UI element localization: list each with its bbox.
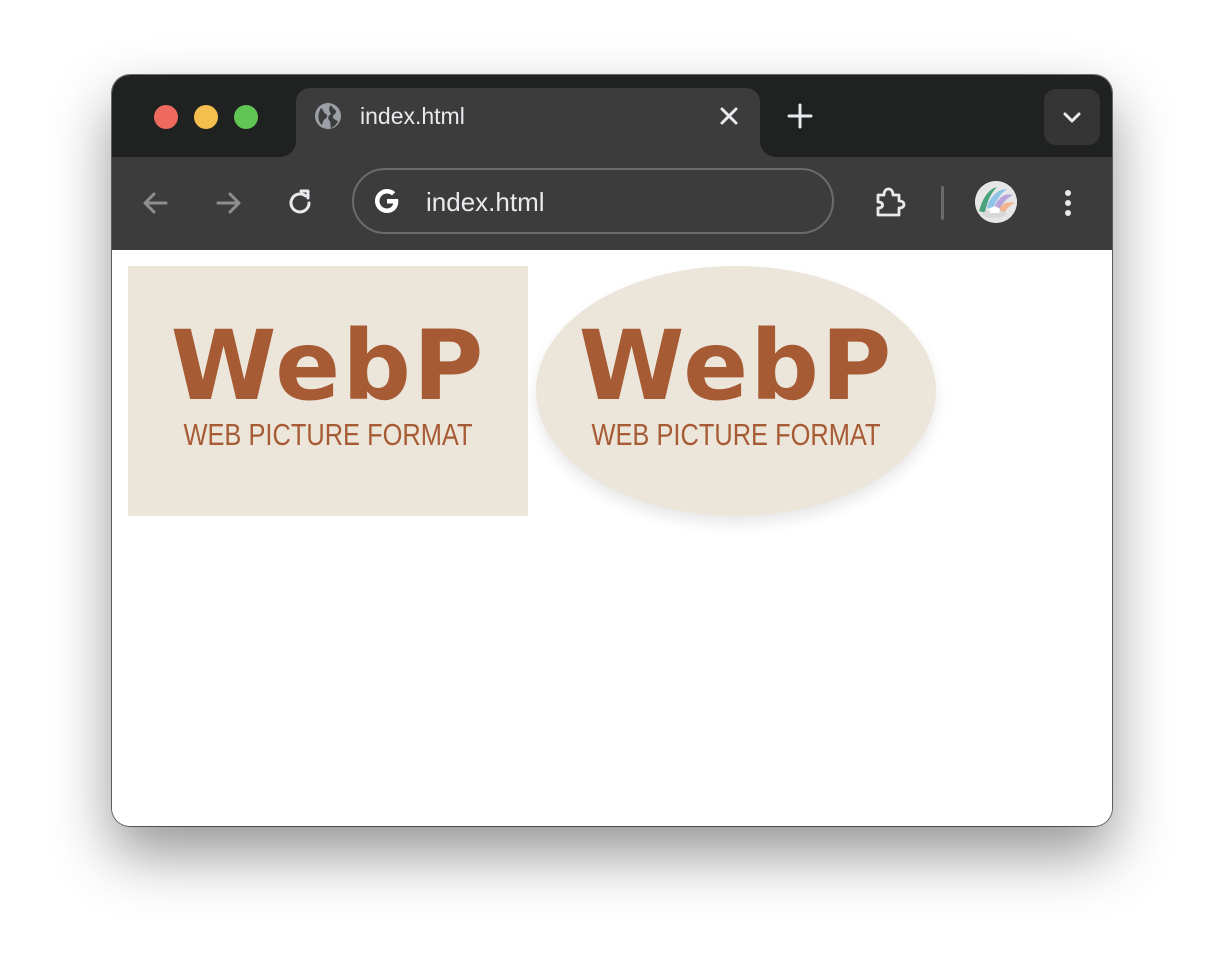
tab-title: index.html: [360, 103, 465, 129]
puzzle-icon[interactable]: [872, 185, 908, 221]
globe-icon: [315, 103, 341, 129]
tab-search-button[interactable]: [1044, 89, 1100, 145]
kebab-menu-icon[interactable]: [1052, 187, 1084, 219]
tab-strip: index.html: [112, 75, 1112, 157]
chevron-down-icon: [1063, 112, 1081, 123]
browser-toolbar: index.html: [112, 157, 1112, 250]
address-text: index.html: [426, 187, 545, 217]
logo-title: WebP: [578, 310, 894, 422]
address-bar[interactable]: index.html: [352, 168, 834, 234]
logo-subtitle: WEB PICTURE FORMAT: [183, 417, 473, 452]
page-viewport: WebP WEB PICTURE FORMAT WebP WEB PICTURE…: [112, 250, 1112, 826]
close-window-button[interactable]: [154, 105, 178, 129]
google-g-icon[interactable]: [372, 186, 402, 216]
arrow-right-icon[interactable]: [212, 187, 244, 219]
tab-index-html[interactable]: index.html: [296, 88, 760, 157]
profile-avatar[interactable]: [975, 181, 1017, 223]
reload-icon[interactable]: [284, 187, 316, 219]
plus-icon[interactable]: [786, 102, 814, 130]
logo-title: WebP: [170, 310, 486, 422]
webp-image-rectangle: WebP WEB PICTURE FORMAT: [128, 266, 528, 516]
screen: index.html index.html WebP WEB PICTURE F…: [0, 0, 1224, 974]
arrow-left-icon[interactable]: [140, 187, 172, 219]
browser-window: index.html index.html WebP WEB PICTURE F…: [112, 75, 1112, 826]
close-icon[interactable]: [716, 103, 742, 129]
maximize-window-button[interactable]: [234, 105, 258, 129]
minimize-window-button[interactable]: [194, 105, 218, 129]
toolbar-divider: [941, 186, 944, 220]
webp-image-ellipse: WebP WEB PICTURE FORMAT: [536, 266, 936, 516]
logo-subtitle: WEB PICTURE FORMAT: [591, 417, 881, 452]
